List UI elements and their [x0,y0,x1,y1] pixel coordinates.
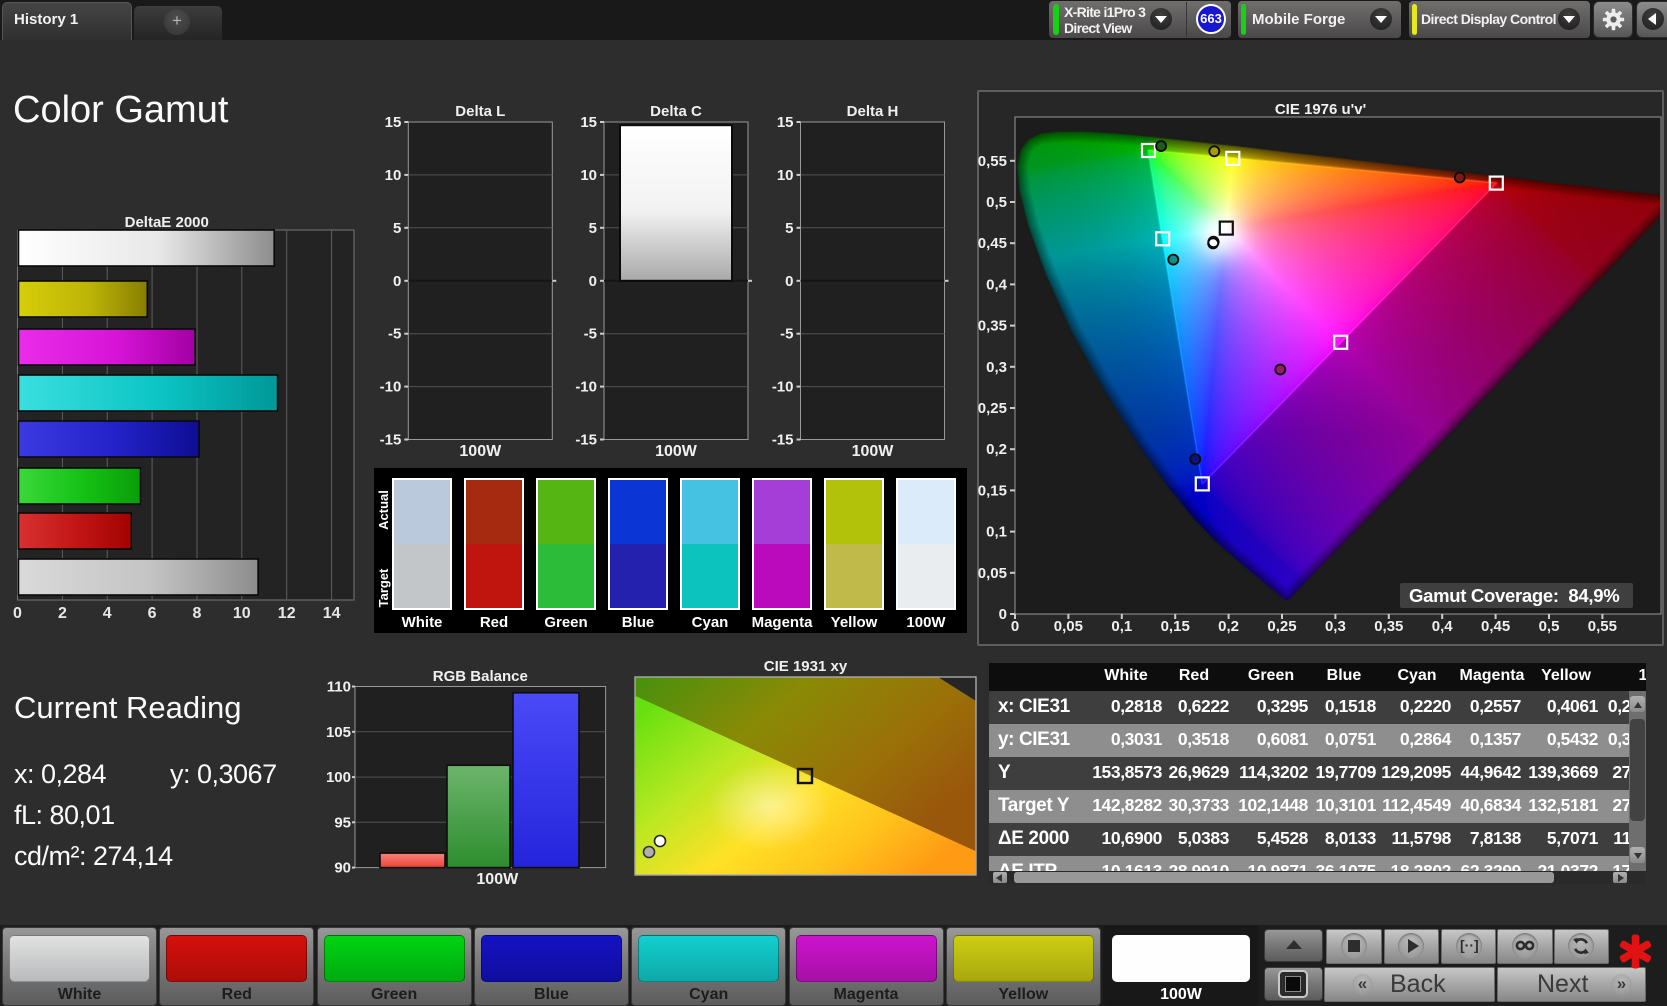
svg-text:8: 8 [193,605,202,622]
svg-text:0,15: 0,15 [1161,618,1190,635]
svg-text:0,3: 0,3 [1325,618,1346,635]
svg-text:105: 105 [326,724,351,741]
svg-text:0: 0 [393,273,401,290]
svg-text:0,45: 0,45 [1481,618,1510,635]
svg-text:100: 100 [326,769,351,786]
svg-text:0,2: 0,2 [986,441,1007,458]
svg-text:0,55: 0,55 [978,153,1007,170]
svg-text:0: 0 [13,605,22,622]
svg-text:0: 0 [589,273,597,290]
svg-text:0,5: 0,5 [986,194,1007,211]
svg-text:-5: -5 [780,326,793,343]
svg-text:0,4: 0,4 [986,276,1008,293]
svg-text:0,1: 0,1 [986,524,1007,541]
svg-text:100W: 100W [476,871,519,888]
svg-text:0: 0 [999,606,1007,623]
svg-text:10: 10 [385,167,402,184]
svg-text:2: 2 [58,605,67,622]
svg-text:0,2: 0,2 [1218,618,1239,635]
svg-text:100W: 100W [459,443,502,460]
svg-text:0,15: 0,15 [978,482,1007,499]
svg-text:10: 10 [777,167,794,184]
svg-text:0,55: 0,55 [1588,618,1617,635]
svg-text:10: 10 [233,605,251,622]
svg-text:6: 6 [148,605,157,622]
svg-text:5: 5 [393,220,401,237]
svg-text:0,45: 0,45 [978,235,1007,252]
svg-text:95: 95 [334,814,351,831]
svg-text:15: 15 [777,114,794,131]
svg-text:0,05: 0,05 [978,565,1007,582]
svg-text:5: 5 [785,220,793,237]
svg-text:-10: -10 [772,379,794,396]
svg-text:15: 15 [385,114,402,131]
svg-text:-5: -5 [584,326,597,343]
svg-text:0,25: 0,25 [1267,618,1296,635]
svg-text:0,3: 0,3 [986,359,1007,376]
svg-text:Gamut Coverage: 84,9%: Gamut Coverage: 84,9% [1409,585,1619,606]
svg-text:5: 5 [589,220,597,237]
svg-text:Delta H: Delta H [847,103,899,120]
svg-text:0: 0 [1011,618,1019,635]
svg-text:RGB Balance: RGB Balance [433,668,528,685]
svg-text:0,25: 0,25 [978,400,1007,417]
svg-text:DeltaE 2000: DeltaE 2000 [125,214,209,231]
svg-text:100W: 100W [655,443,698,460]
svg-text:100W: 100W [852,443,895,460]
svg-text:-15: -15 [772,432,794,449]
svg-text:0,35: 0,35 [1374,618,1403,635]
svg-text:0,4: 0,4 [1432,618,1454,635]
svg-text:10: 10 [580,167,597,184]
svg-text:-15: -15 [380,432,401,449]
svg-text:0,05: 0,05 [1054,618,1083,635]
svg-text:90: 90 [334,860,351,877]
svg-text:-5: -5 [388,326,401,343]
svg-text:0,35: 0,35 [978,318,1007,335]
svg-text:14: 14 [323,605,341,622]
svg-text:4: 4 [103,605,112,622]
svg-text:-15: -15 [575,432,597,449]
svg-text:110: 110 [327,679,351,696]
svg-text:Delta L: Delta L [455,103,505,120]
svg-text:-10: -10 [575,379,597,396]
svg-text:-10: -10 [380,379,401,396]
svg-text:15: 15 [580,114,597,131]
svg-text:Delta C: Delta C [650,103,702,120]
svg-text:0,5: 0,5 [1539,618,1560,635]
svg-text:0,1: 0,1 [1111,618,1132,635]
svg-text:0: 0 [785,273,793,290]
svg-text:12: 12 [278,605,296,622]
svg-text:CIE 1931 xy: CIE 1931 xy [764,658,848,675]
